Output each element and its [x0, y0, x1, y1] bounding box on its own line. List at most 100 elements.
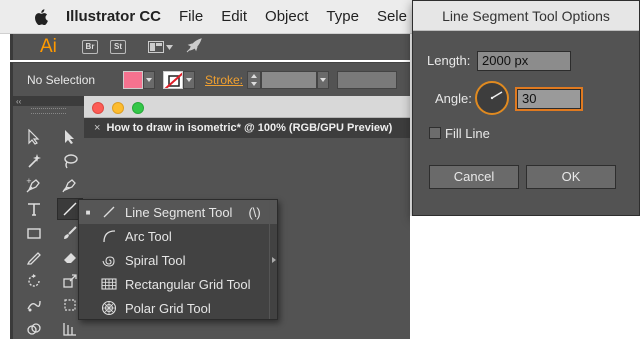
curvature-tool[interactable]: [57, 174, 83, 196]
rectangular-grid-icon: [97, 272, 121, 296]
application-bar: Ai Br St: [10, 34, 410, 60]
tool-row: [21, 126, 83, 150]
control-bar: No Selection Stroke:: [10, 62, 410, 96]
tool-row: [21, 294, 83, 318]
curvature-pen-icon: [62, 179, 76, 193]
fill-line-label[interactable]: Fill Line: [445, 126, 490, 141]
rotate-icon: [28, 274, 40, 287]
ok-button[interactable]: OK: [526, 165, 616, 189]
tool-row: [21, 270, 83, 294]
perspective-grid-tool[interactable]: [57, 318, 83, 339]
minimize-window-icon[interactable]: [112, 102, 124, 114]
apple-menu-icon[interactable]: [32, 8, 52, 25]
dialog-title: Line Segment Tool Options: [413, 1, 639, 31]
flyout-item-label: Line Segment Tool: [125, 204, 233, 220]
variable-width-profile[interactable]: [337, 70, 398, 89]
stroke-label[interactable]: Stroke:: [205, 73, 243, 87]
cancel-button[interactable]: Cancel: [429, 165, 519, 189]
tool-row: +: [21, 174, 83, 198]
menu-object[interactable]: Object: [265, 8, 308, 25]
lasso-tool[interactable]: [57, 150, 83, 172]
pencil-icon: [26, 252, 41, 265]
stroke-weight-stepper[interactable]: [247, 70, 262, 89]
menu-file[interactable]: File: [179, 8, 203, 25]
panel-collapse-button[interactable]: ‹‹: [13, 96, 84, 106]
polar-grid-icon: [97, 296, 121, 320]
close-window-icon[interactable]: [92, 102, 104, 114]
lasso-icon: [64, 154, 78, 169]
tool-row: [21, 198, 83, 222]
svg-text:+: +: [26, 177, 32, 185]
flyout-item-shortcut: (\): [248, 204, 261, 220]
close-tab-icon[interactable]: ×: [94, 122, 100, 134]
angle-input[interactable]: 30: [517, 89, 581, 109]
puppet-warp-tool[interactable]: [21, 294, 47, 316]
chevron-up-icon: [251, 73, 258, 78]
eraser-icon: [64, 253, 76, 263]
rectangle-icon: [27, 228, 41, 239]
selected-bullet-icon: ■: [85, 207, 91, 217]
type-t-icon: [28, 203, 40, 216]
document-tab[interactable]: × How to draw in isometric* @ 100% (RGB/…: [84, 118, 410, 138]
flyout-item-spiral[interactable]: Spiral Tool: [79, 248, 277, 272]
tool-row: [21, 318, 83, 339]
document-titlebar: [84, 96, 410, 118]
pen-tool[interactable]: +: [21, 174, 47, 196]
chevron-right-icon: [271, 256, 276, 263]
rotate-tool[interactable]: [21, 270, 47, 292]
stroke-color-swatch[interactable]: [163, 70, 183, 89]
stroke-weight-input[interactable]: [261, 70, 318, 89]
rectangle-tool[interactable]: [21, 222, 47, 244]
collapse-icon: ‹‹: [16, 96, 22, 106]
flyout-item-arc[interactable]: Arc Tool: [79, 224, 277, 248]
flyout-item-label: Spiral Tool: [125, 252, 186, 268]
magic-wand-icon: [28, 154, 41, 168]
illustrator-logo: Ai: [40, 36, 57, 57]
angle-dial[interactable]: [475, 81, 509, 115]
arrange-documents-button[interactable]: [148, 41, 173, 53]
length-input[interactable]: 2000 px: [477, 51, 571, 71]
flyout-item-polar-grid[interactable]: Polar Grid Tool: [79, 296, 277, 320]
spiral-icon: [97, 248, 121, 272]
fill-color-swatch[interactable]: [123, 70, 143, 89]
bridge-button[interactable]: Br: [82, 40, 98, 54]
flyout-item-label: Polar Grid Tool: [125, 300, 211, 316]
tool-row: [21, 222, 83, 246]
paintbrush-icon: [64, 226, 77, 239]
line-icon: [97, 200, 121, 224]
selection-arrow-icon: [28, 129, 40, 145]
direct-selection-tool[interactable]: [57, 126, 83, 148]
panel-grip[interactable]: [31, 108, 66, 114]
gpu-performance-icon[interactable]: [185, 37, 203, 57]
stroke-dropdown[interactable]: [183, 70, 195, 89]
chevron-down-icon: [251, 81, 258, 86]
flyout-item-rectangular-grid[interactable]: Rectangular Grid Tool: [79, 272, 277, 296]
type-tool[interactable]: [21, 198, 47, 220]
stroke-weight-dropdown[interactable]: [317, 70, 330, 89]
magic-wand-tool[interactable]: [21, 150, 47, 172]
zoom-window-icon[interactable]: [132, 102, 144, 114]
flyout-item-label: Arc Tool: [125, 228, 172, 244]
menu-app-name[interactable]: Illustrator CC: [66, 8, 161, 25]
fill-line-checkbox[interactable]: [429, 127, 441, 139]
stock-button[interactable]: St: [110, 40, 126, 54]
tool-row: [21, 246, 83, 270]
fill-dropdown[interactable]: [143, 70, 155, 89]
shape-builder-tool[interactable]: [21, 318, 47, 339]
chevron-down-icon: [166, 44, 173, 50]
line-tools-flyout: ■ Line Segment Tool (\) Arc Tool Spiral …: [78, 199, 278, 320]
flyout-item-line-segment[interactable]: ■ Line Segment Tool (\): [79, 200, 277, 224]
puppet-warp-icon: [27, 300, 41, 312]
selection-tool[interactable]: [21, 126, 47, 148]
menu-type[interactable]: Type: [326, 8, 359, 25]
tool-row: [21, 150, 83, 174]
length-label: Length:: [427, 53, 471, 68]
tearoff-handle[interactable]: [269, 200, 277, 319]
pencil-tool[interactable]: [21, 246, 47, 268]
pen-icon: +: [26, 177, 40, 193]
menu-edit[interactable]: Edit: [221, 8, 247, 25]
angle-label: Angle:: [435, 91, 472, 106]
chevron-down-icon: [320, 77, 327, 82]
menu-select[interactable]: Sele: [377, 8, 407, 25]
arc-icon: [97, 224, 121, 248]
